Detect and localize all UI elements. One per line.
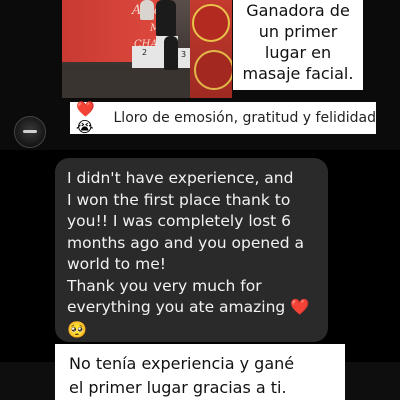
message-bubble: I didn't have experience, and I won the … [55,158,328,342]
message-line: Thank you very much for [67,276,262,295]
message-line: world to me! [67,255,166,273]
person-winner [140,0,154,20]
caption-line: un primer [258,22,338,41]
podium-number-3: 3 [181,50,187,59]
message-line-with-heart: everything you ate amazing ❤️ [67,297,318,319]
translation-box: No tenía experiencia y gané el primer lu… [55,344,345,400]
message-line: I didn't have experience, and [67,169,294,187]
translation-line: No tenía experiencia y gané [69,354,295,373]
competition-photo: Alba MA CHAM 2 3 [62,0,232,98]
medal-emblem [192,4,230,42]
caption-line: masaje facial. [242,64,354,83]
person-center [156,0,176,36]
seal-emblem [194,50,232,90]
heart-crying-emoji: ❤️😭 [76,100,95,136]
caption-line: lugar en [264,43,332,62]
message-line: you!! I was completely lost 6 [67,212,292,230]
person-standing [164,36,178,70]
translation-line: el primer lugar gracias a ti. [69,378,287,397]
caption-strip: ❤️😭 Lloro de emosión, gratitud y felidid… [70,100,377,136]
message-line: everything you ate amazing [67,298,286,316]
podium-number-2: 2 [142,48,148,57]
caption-box: Ganadora de un primer lugar en masaje fa… [233,0,363,90]
heart-icon: ❤️ [290,298,310,316]
caption-line: Ganadora de [246,1,350,20]
floor [62,70,190,98]
message-line: months ago and you opened a [67,233,305,252]
pleading-face-icon: 🥺 [67,319,87,339]
message-line: I won the first place thank to [67,190,291,209]
avatar-icon[interactable] [14,116,46,148]
caption-strip-text: Lloro de emosión, gratitud y felididad [113,110,377,126]
